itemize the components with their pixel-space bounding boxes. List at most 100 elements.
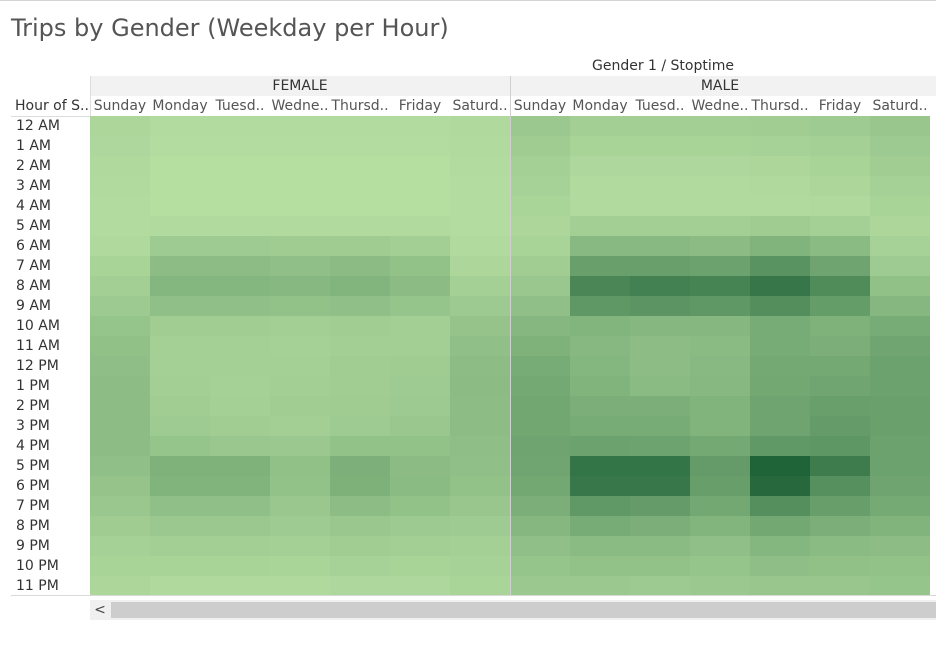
- heatmap-cell[interactable]: [210, 256, 270, 276]
- heatmap-cell[interactable]: [270, 156, 330, 176]
- heatmap-cell[interactable]: [570, 416, 630, 436]
- heatmap-cell[interactable]: [90, 316, 150, 336]
- scroll-left-arrow-icon[interactable]: <: [90, 600, 110, 620]
- heatmap-cell[interactable]: [90, 576, 150, 596]
- heatmap-cell[interactable]: [510, 216, 570, 236]
- heatmap-cell[interactable]: [510, 576, 570, 596]
- heatmap-cell[interactable]: [630, 136, 690, 156]
- heatmap-cell[interactable]: [150, 396, 210, 416]
- heatmap-cell[interactable]: [270, 576, 330, 596]
- heatmap-cell[interactable]: [330, 196, 390, 216]
- heatmap-cell[interactable]: [630, 336, 690, 356]
- heatmap-cell[interactable]: [90, 376, 150, 396]
- heatmap-cell[interactable]: [870, 156, 930, 176]
- heatmap-cell[interactable]: [150, 476, 210, 496]
- heatmap-cell[interactable]: [690, 236, 750, 256]
- heatmap-cell[interactable]: [570, 256, 630, 276]
- heatmap-cell[interactable]: [270, 476, 330, 496]
- heatmap-cell[interactable]: [630, 176, 690, 196]
- heatmap-cell[interactable]: [330, 276, 390, 296]
- heatmap-cell[interactable]: [750, 196, 810, 216]
- heatmap-cell[interactable]: [390, 356, 450, 376]
- heatmap-cell[interactable]: [450, 376, 510, 396]
- hour-label[interactable]: 12 AM: [16, 118, 60, 134]
- heatmap-cell[interactable]: [90, 216, 150, 236]
- heatmap-cell[interactable]: [870, 136, 930, 156]
- heatmap-cell[interactable]: [750, 216, 810, 236]
- heatmap-cell[interactable]: [210, 516, 270, 536]
- scrollbar-thumb[interactable]: [111, 602, 936, 618]
- heatmap-cell[interactable]: [210, 296, 270, 316]
- heatmap-cell[interactable]: [390, 316, 450, 336]
- heatmap-cell[interactable]: [810, 436, 870, 456]
- heatmap-cell[interactable]: [270, 136, 330, 156]
- heatmap-cell[interactable]: [810, 476, 870, 496]
- heatmap-cell[interactable]: [330, 536, 390, 556]
- heatmap-cell[interactable]: [390, 136, 450, 156]
- heatmap-cell[interactable]: [450, 116, 510, 136]
- heatmap-cell[interactable]: [630, 356, 690, 376]
- heatmap-cell[interactable]: [810, 556, 870, 576]
- heatmap-cell[interactable]: [210, 316, 270, 336]
- heatmap-cell[interactable]: [90, 256, 150, 276]
- heatmap-cell[interactable]: [210, 156, 270, 176]
- heatmap-cell[interactable]: [750, 156, 810, 176]
- heatmap-cell[interactable]: [690, 316, 750, 336]
- heatmap-cell[interactable]: [150, 416, 210, 436]
- hour-label[interactable]: 2 PM: [16, 398, 50, 414]
- day-header-female-4[interactable]: Thursd..: [330, 98, 390, 114]
- heatmap-cell[interactable]: [90, 156, 150, 176]
- hour-label[interactable]: 5 PM: [16, 458, 50, 474]
- heatmap-cell[interactable]: [210, 336, 270, 356]
- hour-label[interactable]: 9 AM: [16, 298, 51, 314]
- heatmap-cell[interactable]: [810, 216, 870, 236]
- heatmap-cell[interactable]: [330, 496, 390, 516]
- heatmap-cell[interactable]: [690, 436, 750, 456]
- heatmap-cell[interactable]: [90, 496, 150, 516]
- hour-label[interactable]: 3 PM: [16, 418, 50, 434]
- heatmap-cell[interactable]: [750, 456, 810, 476]
- heatmap-cell[interactable]: [330, 576, 390, 596]
- heatmap-cell[interactable]: [570, 156, 630, 176]
- heatmap-cell[interactable]: [510, 336, 570, 356]
- heatmap-cell[interactable]: [690, 576, 750, 596]
- heatmap-cell[interactable]: [750, 396, 810, 416]
- heatmap-cell[interactable]: [810, 376, 870, 396]
- day-header-male-4[interactable]: Thursd..: [750, 98, 810, 114]
- heatmap-cell[interactable]: [870, 396, 930, 416]
- heatmap-cell[interactable]: [570, 456, 630, 476]
- heatmap-cell[interactable]: [270, 236, 330, 256]
- heatmap-cell[interactable]: [270, 556, 330, 576]
- heatmap-cell[interactable]: [570, 356, 630, 376]
- heatmap-cell[interactable]: [570, 276, 630, 296]
- heatmap-cell[interactable]: [810, 136, 870, 156]
- heatmap-cell[interactable]: [510, 396, 570, 416]
- heatmap-cell[interactable]: [690, 476, 750, 496]
- horizontal-scrollbar[interactable]: <: [90, 600, 936, 620]
- heatmap-cell[interactable]: [90, 276, 150, 296]
- heatmap-cell[interactable]: [750, 476, 810, 496]
- hour-label[interactable]: 8 AM: [16, 278, 51, 294]
- heatmap-cell[interactable]: [90, 196, 150, 216]
- day-header-female-3[interactable]: Wedne..: [270, 98, 330, 114]
- heatmap-cell[interactable]: [270, 116, 330, 136]
- heatmap-cell[interactable]: [270, 356, 330, 376]
- hour-label[interactable]: 11 PM: [16, 578, 59, 594]
- gender-header-female[interactable]: FEMALE: [90, 78, 510, 94]
- heatmap-cell[interactable]: [150, 536, 210, 556]
- heatmap-cell[interactable]: [750, 496, 810, 516]
- heatmap-cell[interactable]: [390, 376, 450, 396]
- heatmap-cell[interactable]: [510, 516, 570, 536]
- heatmap-cell[interactable]: [270, 536, 330, 556]
- heatmap-cell[interactable]: [870, 496, 930, 516]
- day-header-male-6[interactable]: Saturd..: [870, 98, 930, 114]
- heatmap-cell[interactable]: [510, 476, 570, 496]
- heatmap-cell[interactable]: [450, 496, 510, 516]
- heatmap-cell[interactable]: [150, 296, 210, 316]
- heatmap-cell[interactable]: [270, 276, 330, 296]
- heatmap-cell[interactable]: [90, 296, 150, 316]
- heatmap-cell[interactable]: [450, 296, 510, 316]
- heatmap-cell[interactable]: [630, 156, 690, 176]
- heatmap-cell[interactable]: [150, 496, 210, 516]
- heatmap-cell[interactable]: [390, 296, 450, 316]
